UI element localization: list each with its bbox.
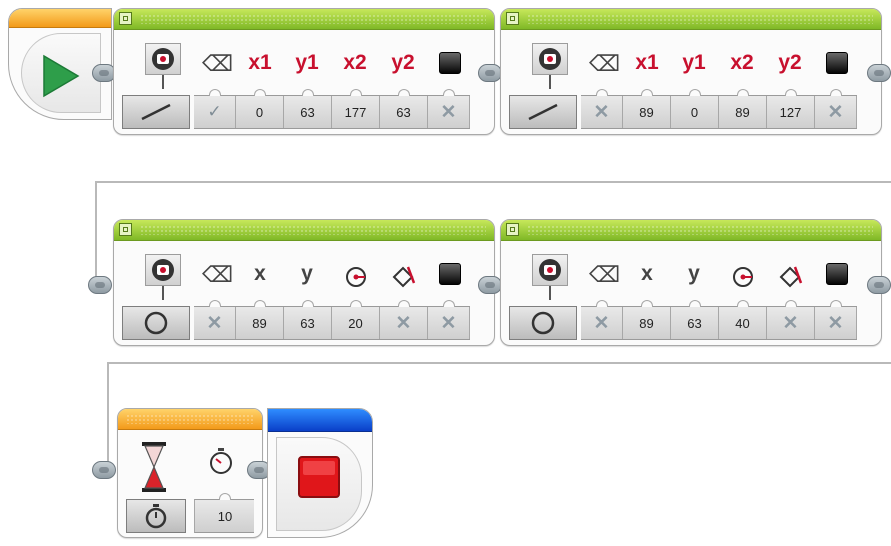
- color-icon: [439, 263, 461, 285]
- radius-icon: [346, 267, 366, 287]
- value-y1[interactable]: 63: [284, 89, 332, 128]
- param-label-x1: x1: [248, 51, 272, 74]
- value-radius[interactable]: 40: [719, 300, 767, 339]
- block-id-icon: [119, 223, 132, 236]
- display-icon: [145, 43, 181, 75]
- color-toggle[interactable]: ✕: [815, 89, 857, 128]
- sequence-plug[interactable]: [867, 64, 891, 82]
- color-icon: [826, 263, 848, 285]
- param-label-x2: x2: [343, 51, 367, 74]
- param-label-x1: x1: [635, 51, 659, 74]
- param-label-y2: y2: [391, 51, 415, 74]
- display-icon: [532, 43, 568, 75]
- clear-screen-toggle[interactable]: ✕: [581, 89, 623, 128]
- wire-row1-row2-left: [95, 181, 97, 281]
- value-seconds[interactable]: 10: [195, 493, 255, 532]
- display-icon: [145, 254, 181, 286]
- hourglass-icon: [142, 442, 166, 492]
- value-y2[interactable]: 63: [380, 89, 428, 128]
- mode-selector-line[interactable]: [509, 95, 577, 129]
- radius-icon: [733, 267, 753, 287]
- stopwatch-icon: [145, 504, 167, 529]
- param-label-y: y: [688, 262, 700, 285]
- color-toggle[interactable]: ✕: [428, 300, 470, 339]
- value-x2[interactable]: 177: [332, 89, 380, 128]
- play-icon[interactable]: [38, 54, 82, 98]
- wait-block[interactable]: 10: [117, 408, 263, 538]
- value-x2[interactable]: 89: [719, 89, 767, 128]
- value-x[interactable]: 89: [236, 300, 284, 339]
- display-block-4[interactable]: ⌫ x y ✕ 89 63 40 ✕ ✕: [500, 219, 882, 346]
- value-strip: ✓ 0 63 177 63 ✕: [194, 89, 470, 129]
- param-label-y1: y1: [682, 51, 706, 74]
- eraser-icon: ⌫: [589, 262, 621, 287]
- color-toggle[interactable]: ✕: [428, 89, 470, 128]
- param-label-x: x: [641, 262, 653, 285]
- value-strip: ✕ 89 0 89 127 ✕: [581, 89, 857, 129]
- wire-row1-row2-top: [95, 181, 891, 183]
- value-y2[interactable]: 127: [767, 89, 815, 128]
- value-strip: ✕ 89 63 40 ✕ ✕: [581, 300, 857, 340]
- stop-icon[interactable]: [297, 455, 341, 499]
- value-strip: ✕ 89 63 20 ✕ ✕: [194, 300, 470, 340]
- fill-icon: [779, 266, 803, 288]
- sequence-plug[interactable]: [478, 64, 502, 82]
- wire-row2-row3-left: [107, 362, 109, 467]
- wire-row2-row3-top: [107, 362, 891, 364]
- circle-mode-icon: [144, 311, 168, 335]
- fill-icon: [392, 266, 416, 288]
- mode-selector-circle[interactable]: [509, 306, 577, 340]
- value-x[interactable]: 89: [623, 300, 671, 339]
- mode-selector-line[interactable]: [122, 95, 190, 129]
- sequence-plug[interactable]: [867, 276, 891, 294]
- block-id-icon: [506, 12, 519, 25]
- color-toggle[interactable]: ✕: [815, 300, 857, 339]
- value-y[interactable]: 63: [671, 300, 719, 339]
- param-label-y: y: [301, 262, 313, 285]
- sequence-plug[interactable]: [88, 276, 112, 294]
- color-icon: [439, 52, 461, 74]
- eraser-icon: ⌫: [202, 262, 234, 287]
- display-icon: [532, 254, 568, 286]
- mode-selector-circle[interactable]: [122, 306, 190, 340]
- fill-toggle[interactable]: ✕: [767, 300, 815, 339]
- param-label-y2: y2: [778, 51, 802, 74]
- value-x1[interactable]: 0: [236, 89, 284, 128]
- value-y[interactable]: 63: [284, 300, 332, 339]
- param-label-x2: x2: [730, 51, 754, 74]
- param-label-x: x: [254, 262, 266, 285]
- clear-screen-toggle[interactable]: ✕: [581, 300, 623, 339]
- sequence-plug[interactable]: [92, 461, 116, 479]
- wait-mode-selector[interactable]: [126, 499, 186, 533]
- clear-screen-toggle[interactable]: ✓: [194, 89, 236, 128]
- line-mode-icon: [528, 103, 558, 121]
- block-id-icon: [506, 223, 519, 236]
- color-icon: [826, 52, 848, 74]
- sequence-plug[interactable]: [478, 276, 502, 294]
- fill-toggle[interactable]: ✕: [380, 300, 428, 339]
- circle-mode-icon: [531, 311, 555, 335]
- clear-screen-toggle[interactable]: ✕: [194, 300, 236, 339]
- value-x1[interactable]: 89: [623, 89, 671, 128]
- line-mode-icon: [141, 103, 171, 121]
- block-id-icon: [119, 12, 132, 25]
- eraser-icon: ⌫: [202, 51, 234, 76]
- value-strip: 10: [194, 493, 255, 533]
- display-block-1[interactable]: ⌫ x1 y1 x2 y2 ✓ 0 63 177 63 ✕: [113, 8, 495, 135]
- display-block-3[interactable]: ⌫ x y ✕ 89 63 20 ✕ ✕: [113, 219, 495, 346]
- param-label-y1: y1: [295, 51, 319, 74]
- timer-icon: [210, 448, 232, 474]
- eraser-icon: ⌫: [589, 51, 621, 76]
- display-block-2[interactable]: ⌫ x1 y1 x2 y2 ✕ 89 0 89 127 ✕: [500, 8, 882, 135]
- value-radius[interactable]: 20: [332, 300, 380, 339]
- value-y1[interactable]: 0: [671, 89, 719, 128]
- stop-block[interactable]: [267, 408, 373, 538]
